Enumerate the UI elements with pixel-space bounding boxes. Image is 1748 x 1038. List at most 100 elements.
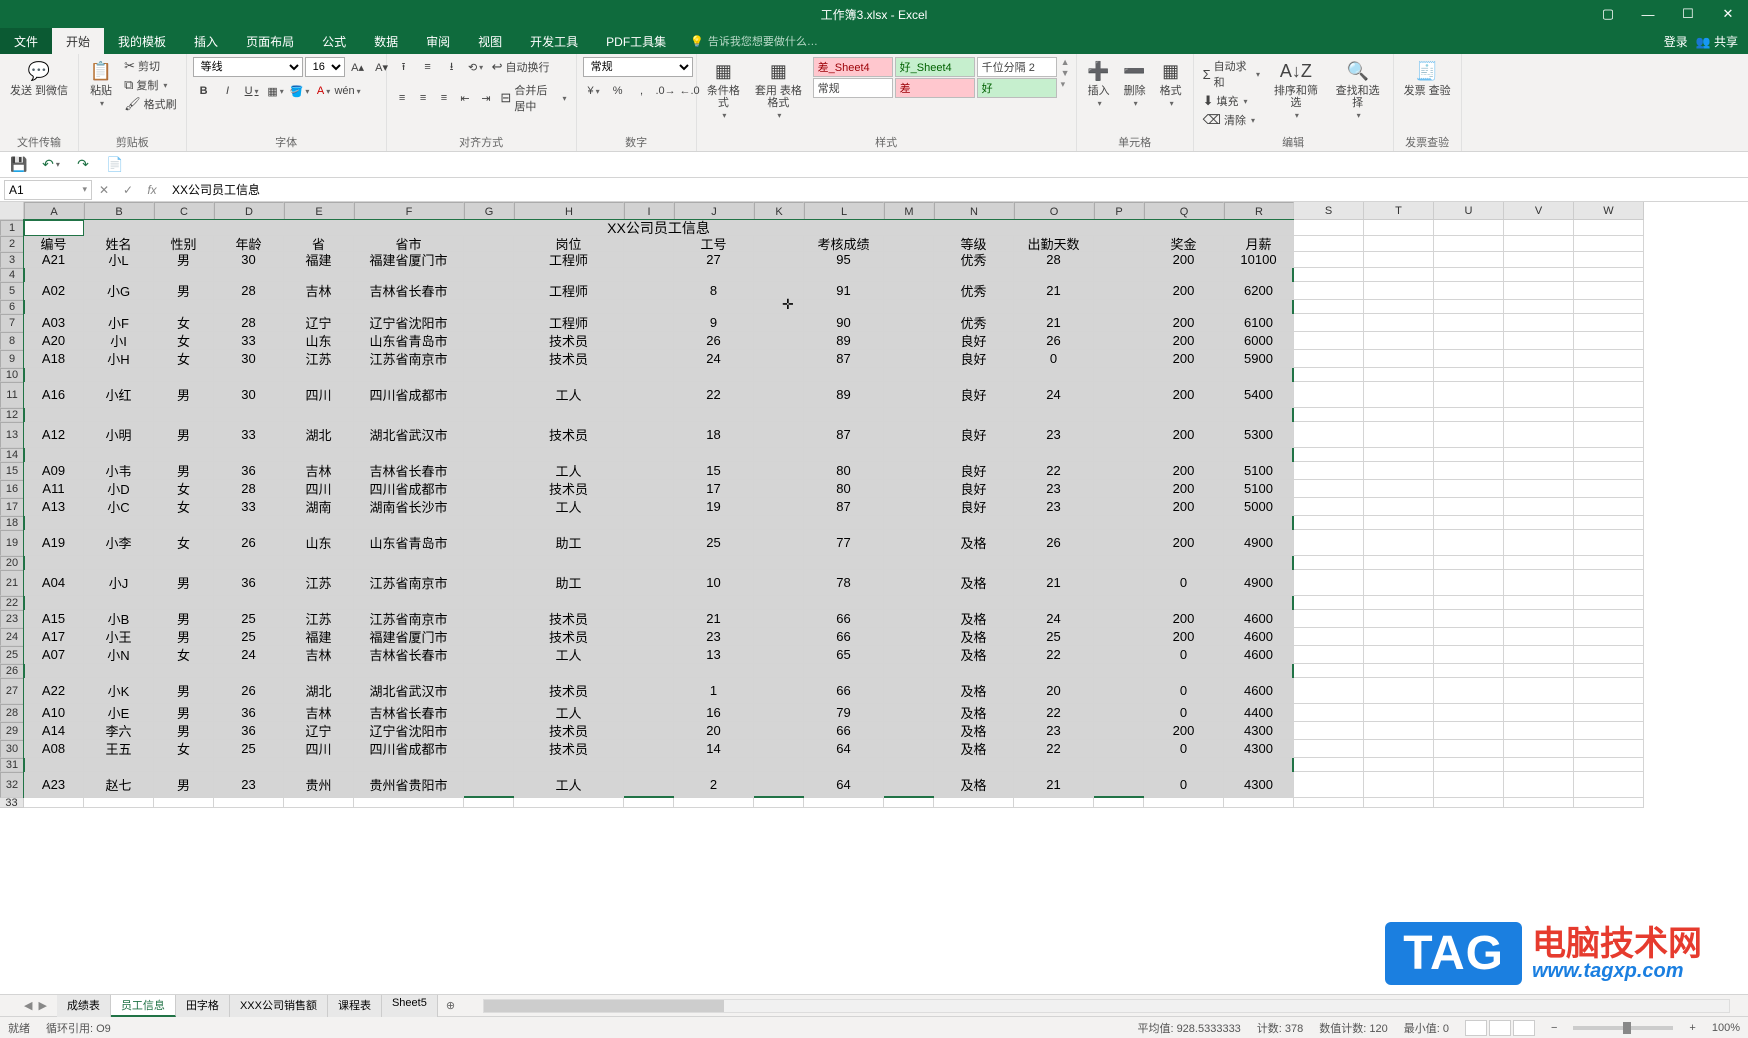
cell[interactable]: [1294, 462, 1364, 480]
cell[interactable]: [1294, 516, 1364, 530]
cell[interactable]: [1504, 798, 1574, 808]
cell[interactable]: 男: [154, 610, 214, 628]
cell[interactable]: [1144, 300, 1224, 314]
cell[interactable]: [1094, 252, 1144, 268]
cell[interactable]: [514, 664, 624, 678]
cell[interactable]: [934, 516, 1014, 530]
merge-center-button[interactable]: ⊟合并后居中: [497, 81, 569, 115]
row-header-17[interactable]: 17: [0, 498, 24, 516]
align-bottom-icon[interactable]: ⭳: [441, 57, 463, 77]
cell[interactable]: 男: [154, 252, 214, 268]
col-header-H[interactable]: H: [514, 202, 624, 222]
cell[interactable]: [1364, 368, 1434, 382]
cell[interactable]: [1094, 556, 1144, 570]
cell[interactable]: 小明: [84, 422, 154, 448]
cell[interactable]: [464, 382, 514, 408]
cell[interactable]: [754, 664, 804, 678]
cell[interactable]: 4300: [1224, 772, 1294, 798]
cell[interactable]: [1094, 314, 1144, 332]
underline-button[interactable]: U: [241, 81, 263, 101]
cell[interactable]: [1294, 628, 1364, 646]
cell[interactable]: 男: [154, 282, 214, 300]
cell[interactable]: [754, 368, 804, 382]
cell[interactable]: [464, 772, 514, 798]
cell[interactable]: [754, 704, 804, 722]
cell[interactable]: [1434, 610, 1504, 628]
row-header-2[interactable]: 2: [0, 236, 24, 252]
orientation-icon[interactable]: ⟲: [465, 57, 487, 77]
cell[interactable]: [804, 368, 884, 382]
cell[interactable]: 91: [804, 282, 884, 300]
cell[interactable]: 36: [214, 722, 284, 740]
cell[interactable]: 四川省成都市: [354, 480, 464, 498]
cell[interactable]: [674, 758, 754, 772]
cell[interactable]: [1224, 268, 1294, 282]
cell[interactable]: 9: [674, 314, 754, 332]
cell[interactable]: [1434, 220, 1504, 236]
cell[interactable]: 36: [214, 704, 284, 722]
cell[interactable]: 福建: [284, 252, 354, 268]
cell[interactable]: 4600: [1224, 610, 1294, 628]
cell[interactable]: [884, 798, 934, 808]
cell[interactable]: A11: [24, 480, 84, 498]
cell[interactable]: [1224, 798, 1294, 808]
row-header-8[interactable]: 8: [0, 332, 24, 350]
cell[interactable]: 87: [804, 498, 884, 516]
cell[interactable]: [1364, 628, 1434, 646]
cell[interactable]: 吉林: [284, 704, 354, 722]
cell[interactable]: 女: [154, 740, 214, 758]
cell[interactable]: [1144, 596, 1224, 610]
cell[interactable]: [884, 664, 934, 678]
cell[interactable]: [1434, 556, 1504, 570]
cell[interactable]: [754, 570, 804, 596]
cell[interactable]: [754, 408, 804, 422]
style-normal[interactable]: 常规: [813, 78, 893, 98]
cell[interactable]: [674, 798, 754, 808]
cell[interactable]: 及格: [934, 646, 1014, 664]
cell[interactable]: 及格: [934, 678, 1014, 704]
cell[interactable]: [354, 516, 464, 530]
number-format-select[interactable]: 常规: [583, 57, 693, 77]
cell[interactable]: 25: [214, 628, 284, 646]
cell[interactable]: 22: [1014, 646, 1094, 664]
cell[interactable]: A10: [24, 704, 84, 722]
cell[interactable]: 工号: [674, 236, 754, 252]
cell[interactable]: [1434, 314, 1504, 332]
sort-filter-button[interactable]: A↓Z排序和筛选: [1267, 57, 1325, 122]
cell[interactable]: [464, 448, 514, 462]
cell[interactable]: A07: [24, 646, 84, 664]
cell[interactable]: [624, 722, 674, 740]
cell[interactable]: [754, 300, 804, 314]
cell[interactable]: [674, 664, 754, 678]
cancel-formula-icon[interactable]: ✕: [92, 179, 116, 201]
cell[interactable]: 0: [1144, 704, 1224, 722]
cell[interactable]: [1574, 268, 1644, 282]
cell[interactable]: 吉林: [284, 462, 354, 480]
cell[interactable]: [1094, 664, 1144, 678]
cell[interactable]: 21: [1014, 772, 1094, 798]
cell[interactable]: [214, 798, 284, 808]
cell[interactable]: 4600: [1224, 646, 1294, 664]
cell[interactable]: 技术员: [514, 722, 624, 740]
cell[interactable]: [1434, 596, 1504, 610]
cell[interactable]: [624, 772, 674, 798]
cell[interactable]: 湖北: [284, 678, 354, 704]
cell[interactable]: [1434, 664, 1504, 678]
cell[interactable]: [754, 422, 804, 448]
cell[interactable]: [1364, 610, 1434, 628]
cell[interactable]: 0: [1144, 678, 1224, 704]
cell[interactable]: 四川省成都市: [354, 740, 464, 758]
cell[interactable]: [1364, 596, 1434, 610]
sheet-tab[interactable]: 课程表: [328, 995, 382, 1017]
cell[interactable]: [1224, 556, 1294, 570]
cell[interactable]: [624, 664, 674, 678]
cell[interactable]: 28: [214, 282, 284, 300]
cell[interactable]: A15: [24, 610, 84, 628]
cell[interactable]: [1094, 332, 1144, 350]
cell[interactable]: 男: [154, 772, 214, 798]
align-right-icon[interactable]: ≡: [435, 88, 454, 108]
row-header-20[interactable]: 20: [0, 556, 24, 570]
cell[interactable]: [754, 480, 804, 498]
cell[interactable]: 77: [804, 530, 884, 556]
invoice-check-button[interactable]: 🧾发票 查验: [1400, 57, 1455, 99]
